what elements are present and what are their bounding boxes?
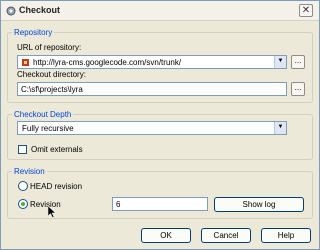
help-button[interactable]: Help	[261, 228, 311, 243]
url-label: URL of repository:	[17, 43, 82, 52]
mouse-pointer-icon	[48, 206, 56, 218]
checkout-dir-label: Checkout directory:	[17, 70, 86, 79]
checkout-dialog: Checkout ✕ Repository URL of repository:…	[0, 0, 320, 250]
window-title: Checkout	[19, 5, 61, 15]
head-revision-radio[interactable]	[18, 181, 28, 191]
show-log-button[interactable]: Show log	[214, 197, 304, 212]
checkout-icon	[6, 6, 16, 16]
head-revision-label[interactable]: HEAD revision	[30, 182, 82, 191]
revision-radio[interactable]	[18, 199, 28, 209]
omit-externals-checkbox[interactable]	[18, 145, 27, 154]
depth-value: Fully recursive	[22, 124, 74, 133]
url-browse-button[interactable]: ...	[291, 55, 305, 69]
repository-group-label: Repository	[14, 28, 53, 37]
depth-combobox[interactable]: Fully recursive ▼	[17, 121, 287, 135]
checkout-depth-group-label: Checkout Depth	[14, 110, 72, 119]
repository-icon	[22, 59, 29, 66]
revision-group-label: Revision	[14, 167, 45, 176]
chevron-down-icon[interactable]: ▼	[274, 122, 286, 134]
omit-externals-label[interactable]: Omit externals	[31, 145, 83, 154]
url-combobox[interactable]: http://lyra-cms.googlecode.com/svn/trunk…	[17, 55, 287, 69]
title-bar: Checkout ✕	[1, 1, 319, 21]
url-value: http://lyra-cms.googlecode.com/svn/trunk…	[33, 58, 182, 67]
dir-browse-button[interactable]: ...	[291, 82, 305, 96]
chevron-down-icon[interactable]: ▼	[274, 56, 286, 68]
cancel-button[interactable]: Cancel	[201, 228, 251, 243]
checkout-dir-value: C:\sf\projects\lyra	[21, 85, 83, 94]
revision-label[interactable]: Revision	[30, 200, 61, 209]
revision-value: 6	[116, 200, 121, 209]
checkout-dir-input[interactable]: C:\sf\projects\lyra	[17, 82, 287, 96]
revision-input[interactable]: 6	[112, 197, 208, 211]
ok-button[interactable]: OK	[141, 228, 191, 243]
close-button[interactable]: ✕	[299, 4, 313, 17]
